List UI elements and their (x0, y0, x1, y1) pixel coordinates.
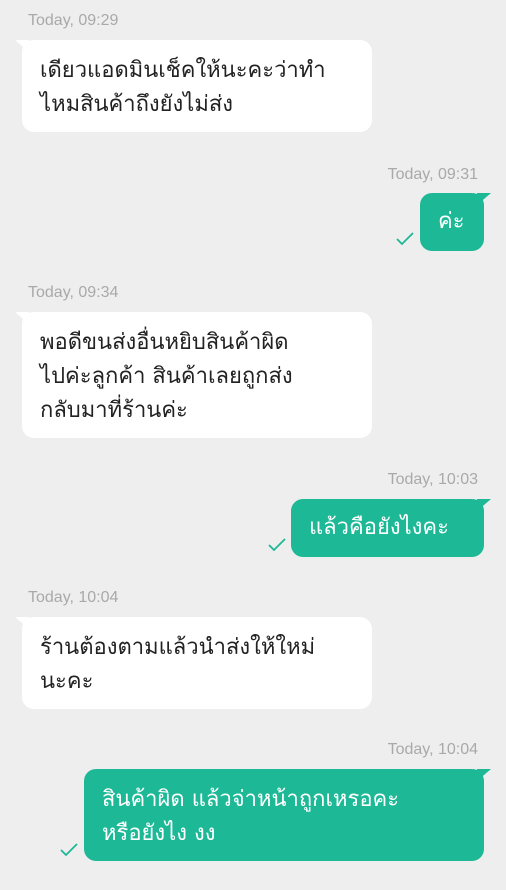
incoming-message-bubble[interactable]: พอดีขนส่งอื่นหยิบสินค้าผิด ไปค่ะลูกค้า ส… (15, 312, 372, 438)
incoming-message-bubble[interactable]: เดียวแอดมินเช็คให้นะคะว่าทำ ไหมสินค้าถึง… (15, 40, 372, 132)
message-timestamp: Today, 10:04 (387, 741, 478, 758)
message-text-line: สินค้าผิด แล้วจ่าหน้าถูกเหรอคะ (102, 787, 400, 812)
message-text-line: หรือยังไง งง (102, 821, 216, 846)
check-icon (268, 538, 286, 552)
message-text-line: เดียวแอดมินเช็คให้นะคะว่าทำ (40, 58, 326, 83)
message-text-line: แล้วคือยังไงคะ (309, 515, 449, 540)
message-timestamp: Today, 09:34 (28, 284, 119, 301)
outgoing-message-bubble[interactable]: สินค้าผิด แล้วจ่าหน้าถูกเหรอคะ หรือยังไง… (84, 769, 491, 861)
message-text-line: ไปค่ะลูกค้า สินค้าเลยถูกส่ง (40, 364, 293, 389)
check-icon (60, 843, 78, 857)
outgoing-message-bubble[interactable]: ค่ะ (420, 193, 491, 251)
message-text-line: กลับมาที่ร้านค่ะ (40, 398, 188, 423)
outgoing-message-bubble[interactable]: แล้วคือยังไงคะ (291, 499, 491, 557)
message-timestamp: Today, 10:03 (387, 471, 478, 488)
message-text-line: ไหมสินค้าถึงยังไม่ส่ง (40, 92, 234, 117)
message-timestamp: Today, 10:04 (28, 589, 119, 606)
message-text-line: พอดีขนส่งอื่นหยิบสินค้าผิด (40, 330, 289, 355)
message-text-line: ร้านต้องตามแล้วนำส่งให้ใหม่ (40, 635, 316, 660)
message-timestamp: Today, 09:31 (387, 166, 478, 183)
incoming-message-bubble[interactable]: ร้านต้องตามแล้วนำส่งให้ใหม่ นะคะ (15, 617, 372, 709)
message-text-line: นะคะ (40, 669, 94, 694)
message-timestamp: Today, 09:29 (28, 12, 119, 29)
message-text-line: ค่ะ (438, 209, 465, 234)
check-icon (396, 232, 414, 246)
